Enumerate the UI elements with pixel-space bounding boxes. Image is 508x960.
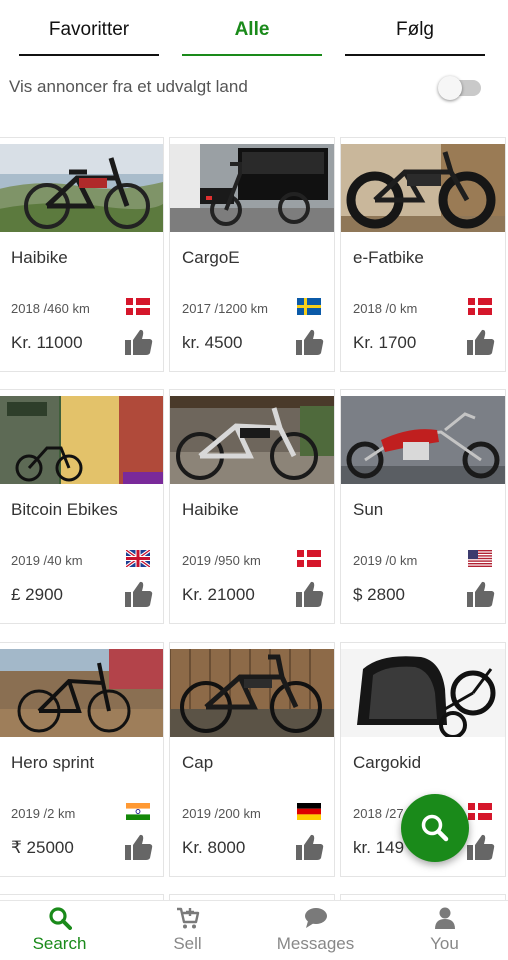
- cargo-bike-photo: [170, 144, 334, 232]
- denmark-flag: [297, 550, 321, 567]
- listing-title: Haibike: [182, 500, 239, 519]
- germany-flag: [297, 803, 321, 820]
- search-icon: [421, 814, 449, 842]
- listing-title: e-Fatbike: [353, 248, 424, 267]
- listing-card[interactable]: Haibike 2018 /460 km Kr. 11000: [0, 137, 164, 372]
- nav-label: You: [430, 934, 459, 953]
- thumbs-up-icon[interactable]: [296, 581, 324, 607]
- listing-title: Sun: [353, 500, 384, 519]
- listing-card[interactable]: Sun 2019 /0 km $ 2800: [340, 389, 506, 624]
- listing-meta: 2018 /27: [353, 806, 404, 821]
- listing-card[interactable]: CargoE 2017 /1200 km kr. 4500: [169, 137, 335, 372]
- listing-card[interactable]: e-Fatbike 2018 /0 km Kr. 1700: [340, 137, 506, 372]
- thumbs-up-icon[interactable]: [125, 329, 153, 355]
- thumbs-up-icon[interactable]: [125, 834, 153, 860]
- thumbs-up-icon[interactable]: [467, 834, 495, 860]
- listing-price: $ 2800: [353, 585, 405, 604]
- bottom-navigation: Search Sell Messages You: [0, 900, 508, 960]
- denmark-flag: [468, 298, 492, 315]
- listing-price: £ 2900: [11, 585, 63, 604]
- uk-flag: [126, 550, 150, 567]
- thumbs-up-icon[interactable]: [296, 329, 324, 355]
- chopper-motorbike-photo: [341, 396, 505, 484]
- listing-card[interactable]: Cap 2019 /200 km Kr. 8000: [169, 642, 335, 877]
- cart-plus-icon: [176, 907, 199, 929]
- india-flag: [126, 803, 150, 820]
- nav-you[interactable]: You: [381, 901, 508, 960]
- shop-front-photo: [0, 396, 163, 484]
- kid-trailer-photo: [341, 649, 505, 737]
- listing-title: CargoE: [182, 248, 240, 267]
- mountain-ebike-photo: [0, 144, 163, 232]
- listing-title: Cargokid: [353, 753, 422, 772]
- listing-price: Kr. 11000: [11, 333, 83, 352]
- listing-card[interactable]: Hero sprint 2019 /2 km ₹ 25000: [0, 642, 164, 877]
- listing-title: Haibike: [11, 248, 68, 267]
- listing-title: Hero sprint: [11, 753, 95, 772]
- nav-label: Messages: [276, 934, 355, 953]
- search-fab-button[interactable]: [401, 794, 469, 862]
- haibike-patio-photo: [170, 396, 334, 484]
- listing-card[interactable]: Haibike 2019 /950 km Kr. 21000: [169, 389, 335, 624]
- user-icon: [434, 907, 455, 929]
- nav-label: Sell: [173, 934, 202, 953]
- listing-meta: 2018 /0 km: [353, 301, 418, 316]
- listing-price: kr. 4500: [182, 333, 243, 352]
- city-ebike-photo: [170, 649, 334, 737]
- listing-title: Bitcoin Ebikes: [11, 500, 118, 519]
- nav-search[interactable]: Search: [0, 901, 123, 960]
- listing-meta: 2019 /40 km: [11, 553, 83, 568]
- usa-flag: [468, 550, 492, 567]
- chat-bubble-icon: [304, 908, 327, 928]
- listing-meta: 2019 /2 km: [11, 806, 76, 821]
- listing-price: Kr. 8000: [182, 838, 246, 857]
- nav-messages[interactable]: Messages: [252, 901, 379, 960]
- nav-sell[interactable]: Sell: [124, 901, 251, 960]
- thumbs-up-icon[interactable]: [125, 581, 153, 607]
- thumbs-up-icon[interactable]: [467, 329, 495, 355]
- denmark-flag: [126, 298, 150, 315]
- thumbs-up-icon[interactable]: [467, 581, 495, 607]
- listing-meta: 2018 /460 km: [11, 301, 90, 316]
- listing-title: Cap: [182, 753, 214, 772]
- listing-price: Kr. 1700: [353, 333, 417, 352]
- listing-price: Kr. 21000: [182, 585, 255, 604]
- listing-price: ₹ 25000: [11, 838, 74, 857]
- hero-bike-photo: [0, 649, 163, 737]
- listing-meta: 2019 /200 km: [182, 806, 261, 821]
- thumbs-up-icon[interactable]: [296, 834, 324, 860]
- sweden-flag: [297, 298, 321, 315]
- listing-meta: 2019 /0 km: [353, 553, 418, 568]
- search-icon: [48, 907, 72, 930]
- listing-price: kr. 149: [353, 838, 405, 857]
- nav-label: Search: [32, 934, 87, 953]
- fatbike-photo: [341, 144, 505, 232]
- listing-meta: 2017 /1200 km: [182, 301, 269, 316]
- listing-card[interactable]: Bitcoin Ebikes 2019 /40 km £ 2900: [0, 389, 164, 624]
- listing-meta: 2019 /950 km: [182, 553, 261, 568]
- denmark-flag: [468, 803, 492, 820]
